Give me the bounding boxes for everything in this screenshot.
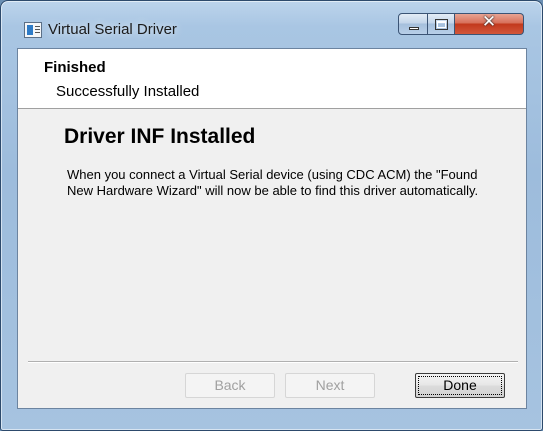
wizard-client-area: Finished Successfully Installed Driver I… <box>17 48 527 409</box>
done-button[interactable]: Done <box>415 373 505 398</box>
wizard-header: Finished Successfully Installed <box>18 49 526 109</box>
minimize-button[interactable] <box>398 13 428 35</box>
close-button[interactable]: ✕ <box>455 12 524 35</box>
page-description: When you connect a Virtual Serial device… <box>67 167 479 198</box>
back-button[interactable]: Back <box>185 373 275 398</box>
installer-window: Virtual Serial Driver ✕ Finished Success… <box>0 0 543 431</box>
maximize-button[interactable] <box>428 13 455 35</box>
button-divider <box>28 361 518 363</box>
maximize-icon <box>435 19 448 30</box>
close-icon: ✕ <box>481 12 497 32</box>
header-title: Finished <box>44 59 106 76</box>
window-title: Virtual Serial Driver <box>48 21 177 38</box>
caption-buttons: ✕ <box>398 12 526 35</box>
header-subtitle: Successfully Installed <box>56 83 200 100</box>
title-bar[interactable]: Virtual Serial Driver ✕ <box>1 1 542 41</box>
app-icon[interactable] <box>24 22 42 38</box>
done-button-label: Done <box>443 377 477 393</box>
page-title: Driver INF Installed <box>64 125 256 148</box>
minimize-icon <box>409 27 419 30</box>
next-button[interactable]: Next <box>285 373 375 398</box>
